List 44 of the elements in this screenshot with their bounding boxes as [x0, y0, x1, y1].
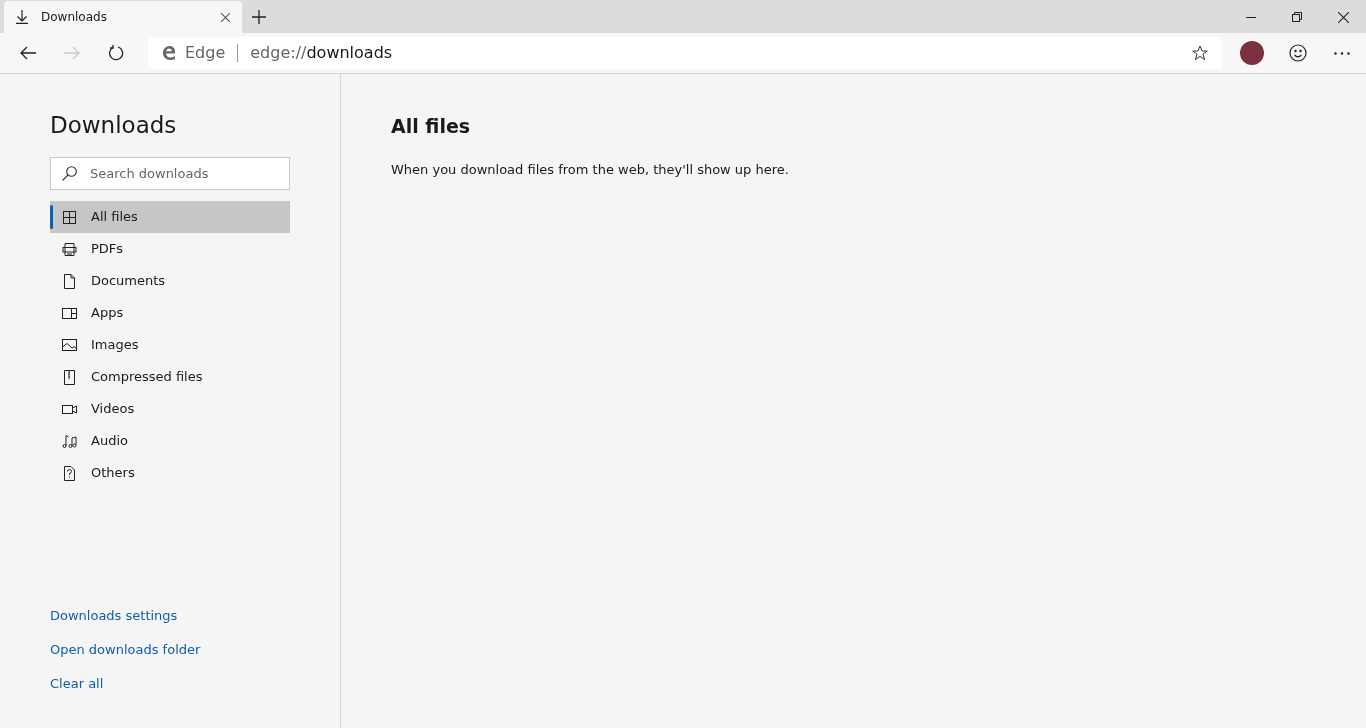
sidebar-link[interactable]: Downloads settings — [50, 606, 178, 626]
url-text[interactable]: edge://downloads — [250, 41, 393, 65]
category-item[interactable]: Audio — [50, 425, 290, 457]
restore-icon — [1292, 12, 1302, 22]
browser-tab[interactable]: Downloads — [4, 1, 242, 33]
sidebar-link[interactable]: Open downloads folder — [50, 640, 201, 660]
unknown-file-icon — [62, 465, 77, 481]
feedback-button[interactable] — [1286, 41, 1310, 65]
music-notes-icon — [62, 433, 77, 449]
smiley-icon — [1289, 44, 1307, 62]
search-icon — [62, 166, 77, 181]
image-icon — [62, 337, 77, 353]
zip-file-icon — [62, 369, 77, 385]
download-icon — [16, 10, 28, 24]
site-label: Edge — [185, 42, 226, 64]
plus-icon — [252, 10, 266, 24]
profile-avatar[interactable] — [1240, 41, 1264, 65]
address-bar[interactable]: Edge edge://downloads — [148, 37, 1222, 69]
grid-icon — [62, 209, 77, 225]
close-icon — [1337, 11, 1349, 23]
back-arrow-icon — [20, 46, 36, 60]
content-heading: All files — [391, 114, 472, 138]
category-item[interactable]: Others — [50, 457, 290, 489]
close-tab-icon[interactable] — [221, 12, 230, 22]
category-item[interactable]: All files — [50, 201, 290, 233]
document-icon — [62, 273, 77, 289]
sidebar-title: Downloads — [50, 111, 178, 140]
refresh-icon — [108, 45, 124, 61]
category-item[interactable]: Images — [50, 329, 290, 361]
edge-logo-icon — [162, 46, 176, 60]
minimize-icon — [1246, 16, 1256, 18]
category-item[interactable]: Documents — [50, 265, 290, 297]
more-icon — [1334, 51, 1350, 55]
sidebar-link[interactable]: Clear all — [50, 674, 104, 694]
category-item[interactable]: PDFs — [50, 233, 290, 265]
selection-indicator — [50, 205, 53, 229]
search-field[interactable]: Search downloads — [50, 157, 290, 190]
empty-message: When you download files from the web, they'll show up here. — [391, 161, 790, 179]
apps-window-icon — [62, 305, 77, 321]
category-item[interactable]: Compressed files — [50, 361, 290, 393]
category-item[interactable]: Videos — [50, 393, 290, 425]
category-item[interactable]: Apps — [50, 297, 290, 329]
forward-arrow-icon — [64, 46, 80, 60]
favorite-star-icon[interactable] — [1192, 45, 1208, 61]
